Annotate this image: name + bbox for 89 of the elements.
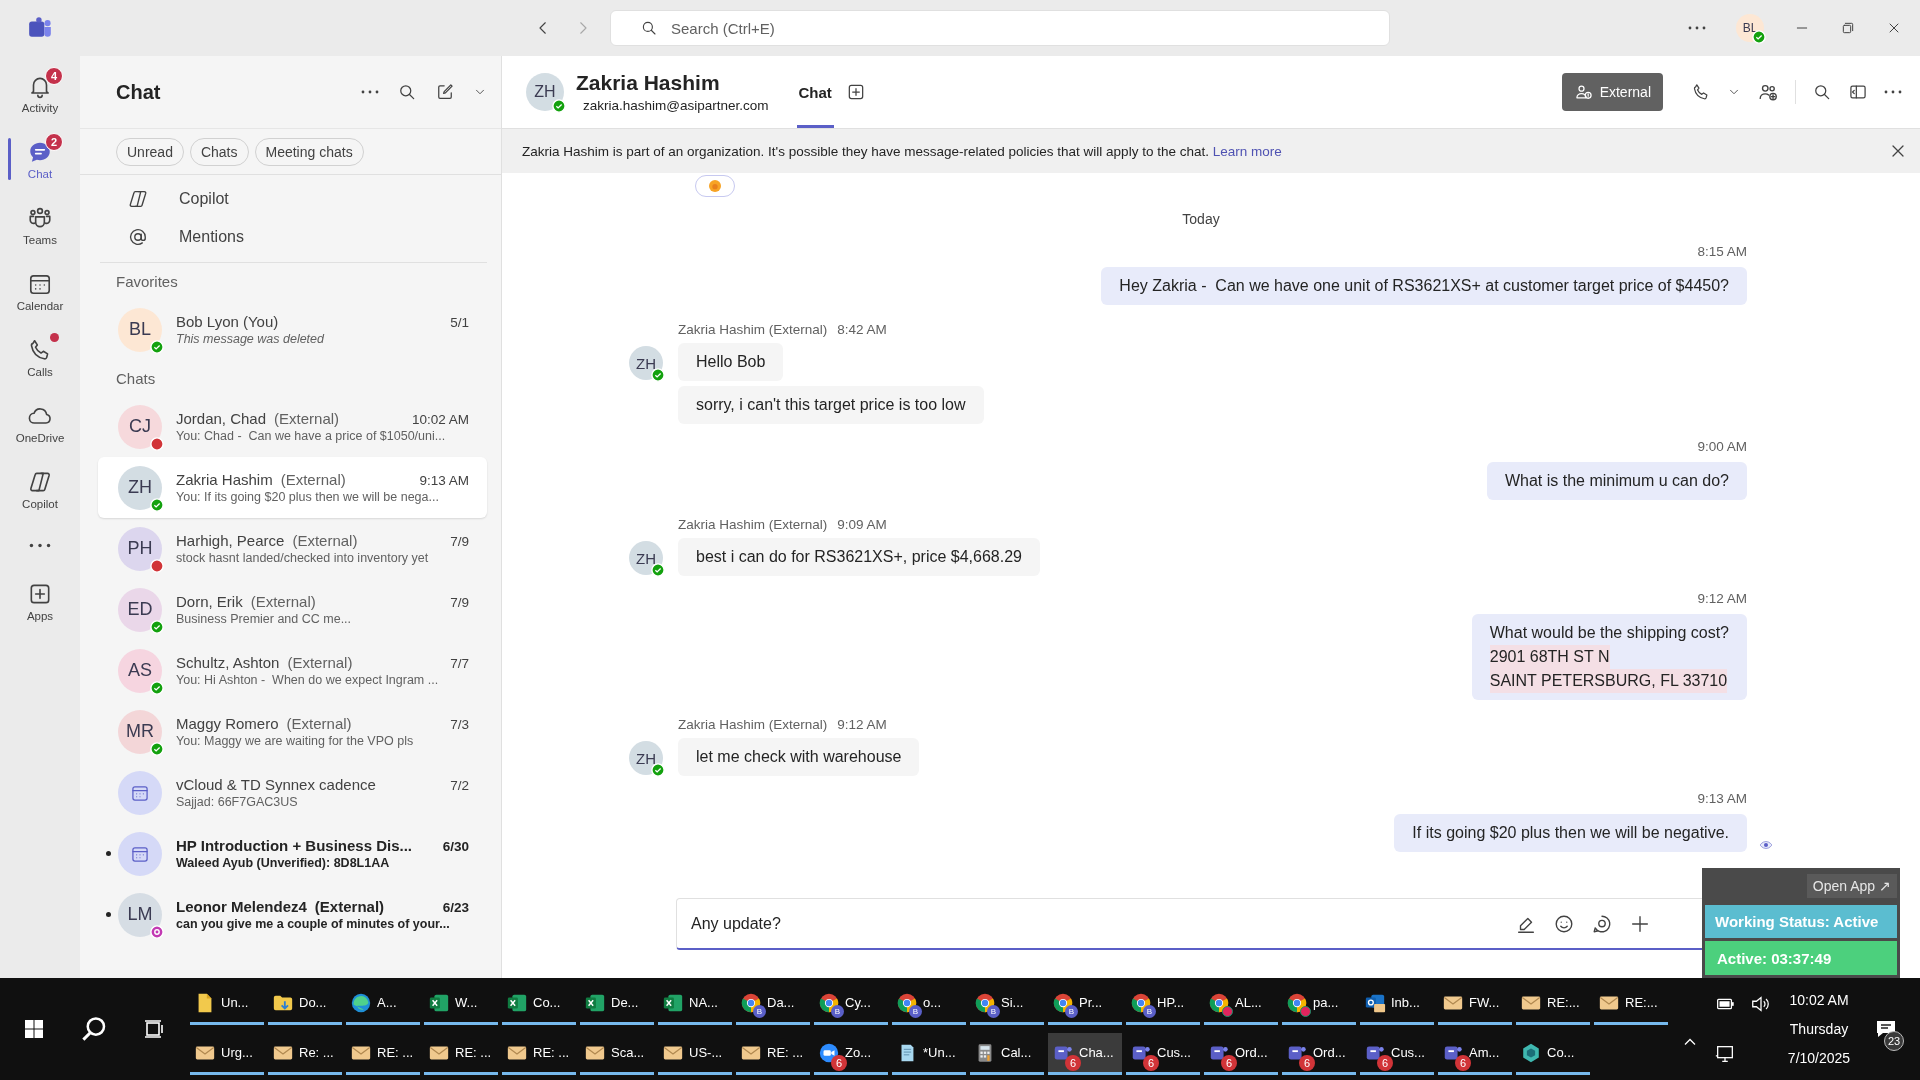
timestamp: 9:12 AM	[1697, 590, 1747, 608]
avatar: ZH	[118, 465, 162, 510]
notification-badge: 6	[1299, 1054, 1315, 1071]
timestamp: 8:42 AM	[837, 321, 887, 339]
notification-badge: 23	[1884, 1031, 1904, 1051]
external-tag: (External)	[280, 471, 346, 488]
contact-name: Harhigh, Pearce	[176, 532, 285, 549]
avatar: ZH	[629, 346, 663, 380]
external-tag: (External)	[292, 532, 358, 549]
message-text: SAINT PETERSBURG, FL 33710	[1489, 669, 1728, 693]
external-tag: (External)	[286, 715, 352, 732]
message-preview: This message was deleted	[176, 332, 326, 346]
clock-date: 7/10/2025	[1787, 1049, 1851, 1067]
notification-badge: 2	[45, 132, 63, 151]
avatar: ZH	[526, 73, 564, 111]
message-preview: Sajjad: 66F7GAC3US	[176, 795, 299, 809]
avatar: ZH	[629, 741, 663, 775]
avatar: ED	[118, 587, 162, 632]
contact-name: Bob Lyon (You)	[176, 313, 279, 330]
sender-name: Zakria Hashim (External)	[678, 516, 828, 534]
external-tag: (External)	[314, 898, 385, 915]
section-heading: Favorites	[115, 271, 179, 292]
timestamp: 7/9	[449, 534, 469, 549]
banner-text: Zakria Hashim is part of an organization. It's possible they have message-related policies that will apply to the chat.	[522, 143, 1210, 159]
contact-name: Maggy Romero	[176, 715, 279, 732]
panel-title: Chat	[116, 80, 161, 104]
notification-badge: 6	[1221, 1054, 1237, 1071]
contact-name: Dorn, Erik	[176, 593, 243, 610]
avatar: ZH	[629, 541, 663, 575]
message-preview: You: If its going $20 plus then we will be nega...	[176, 490, 440, 504]
external-tag: (External)	[250, 593, 316, 610]
contact-name: Schultz, Ashton	[176, 654, 280, 671]
avatar: LM	[118, 892, 162, 937]
notification-badge: 6	[1143, 1054, 1159, 1071]
message-preview: stock hasnt landed/checked into inventory yet	[176, 551, 430, 565]
contact-name: vCloud & TD Synnex cadence	[176, 776, 376, 793]
avatar: BL	[118, 307, 162, 352]
avatar: AS	[118, 648, 162, 693]
contact-name: Zakria Hashim	[176, 471, 273, 488]
notification-badge: 6	[1377, 1054, 1393, 1071]
timestamp: 9:00 AM	[1697, 438, 1747, 456]
avatar: MR	[118, 709, 162, 754]
contact-email: zakria.hashim@asipartner.com	[582, 98, 769, 113]
message-preview: You: Chad - Can we have a price of $1050/uni...	[176, 429, 447, 443]
message-bubble: best i can do for RS3621XS+, price $4,668.29	[678, 538, 1040, 576]
message-bubble: sorry, i can't this target price is too low	[678, 386, 984, 424]
timestamp: 7/3	[449, 717, 469, 732]
timestamp: 6/30	[441, 839, 469, 854]
contact-name: Jordan, Chad	[176, 410, 267, 427]
avatar: CJ	[118, 404, 162, 449]
clock-time: 10:02 AM	[1789, 991, 1849, 1009]
timestamp: 9:13 AM	[418, 473, 469, 488]
external-tag: (External)	[287, 654, 353, 671]
message-text: Hey Zakria - Can we have one unit of RS3621XS+ at customer target price of $4450?	[1119, 276, 1729, 296]
message-bubble: Hello Bob	[678, 343, 784, 381]
contact-name: Zakria Hashim	[576, 71, 721, 95]
date-divider: Today	[1182, 210, 1220, 229]
clock-day: Thursday	[1789, 1020, 1849, 1038]
message-text: What would be the shipping cost?	[1489, 623, 1729, 643]
sender-name: Zakria Hashim (External)	[678, 716, 828, 734]
message-preview: You: Hi Ashton - When do we expect Ingram ...	[176, 673, 440, 687]
section-heading: Chats	[115, 368, 157, 389]
message-preview: Business Premier and CC me...	[176, 612, 353, 626]
elapsed-banner: Active: 03:37:49	[1705, 941, 1897, 975]
timestamp: 7/9	[449, 595, 469, 610]
avatar: PH	[118, 526, 162, 571]
message-bubble: let me check with warehouse	[678, 738, 920, 776]
sender-name: Zakria Hashim (External)	[678, 321, 828, 339]
timestamp: 7/7	[449, 656, 469, 671]
message-preview: You: Maggy we are waiting for the VPO pls	[176, 734, 415, 748]
message-preview: can you give me a couple of minutes of your...	[176, 917, 451, 931]
timestamp: 7/2	[449, 778, 469, 793]
status-banner: Working Status: Active	[1705, 905, 1897, 938]
timestamp: 9:13 AM	[1697, 790, 1747, 808]
message-text: If its going $20 plus then we will be negative.	[1412, 823, 1729, 843]
contact-name: HP Introduction + Business Dis...	[176, 837, 412, 854]
timestamp: 8:15 AM	[1697, 243, 1747, 261]
timestamp: 6/23	[441, 900, 469, 915]
notification-badge: 6	[1065, 1054, 1081, 1071]
message-text: What is the minimum u can do?	[1504, 471, 1729, 491]
notification-badge: 4	[45, 66, 63, 85]
message-text: 2901 68TH ST N	[1489, 645, 1610, 669]
contact-name: Leonor Melendez4	[176, 898, 307, 915]
timestamp: 10:02 AM	[410, 412, 469, 427]
timestamp: 9:12 AM	[837, 716, 887, 734]
timestamp: 9:09 AM	[837, 516, 887, 534]
timestamp: 5/1	[449, 315, 469, 330]
message-preview: Waleed Ayub (Unverified): 8D8L1AA	[176, 856, 391, 870]
external-tag: (External)	[274, 410, 340, 427]
